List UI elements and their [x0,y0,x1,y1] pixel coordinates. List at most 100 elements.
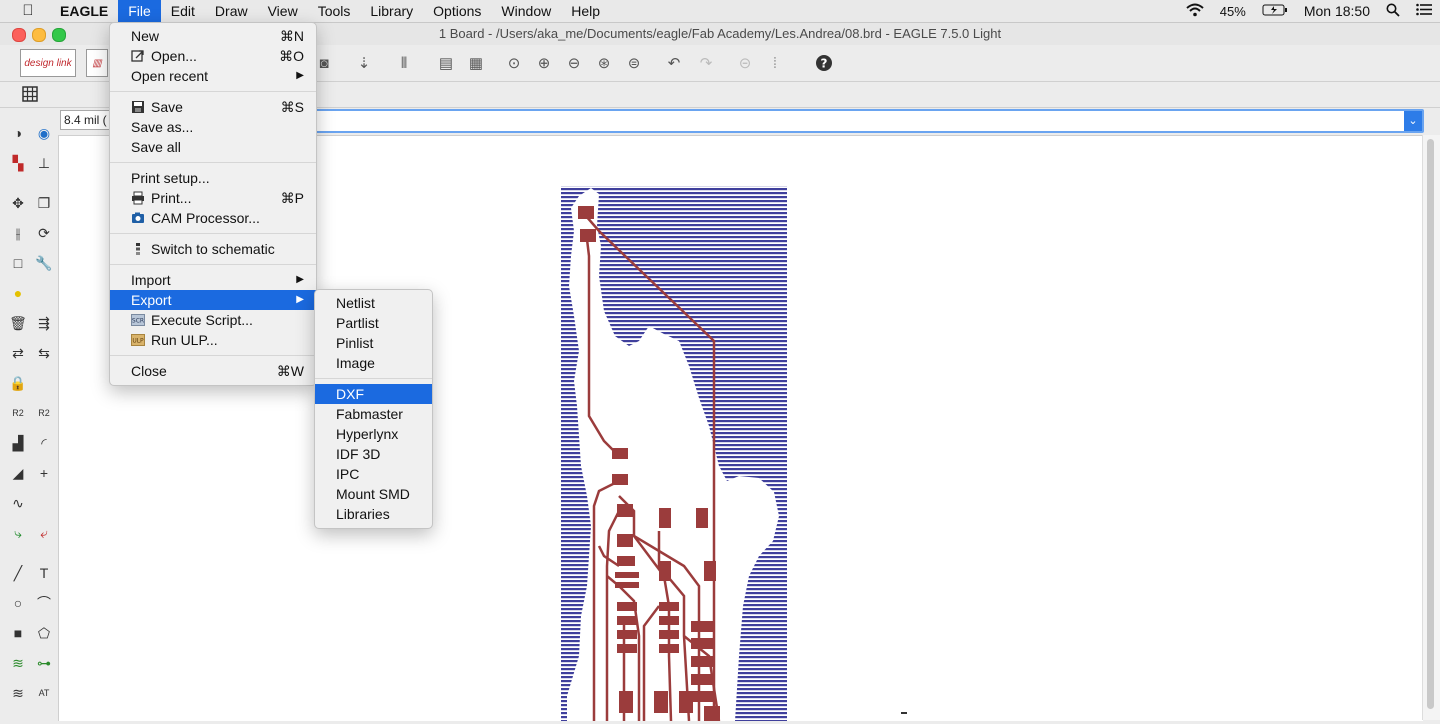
export-idf-3d[interactable]: IDF 3D [315,444,432,464]
menu-options[interactable]: Options [423,0,491,22]
delete-trash-icon[interactable]: 🗑 [8,313,28,333]
text-icon[interactable]: T [34,563,54,583]
menu-item-print-setup[interactable]: Print setup... [110,168,316,188]
menu-item-cam-processor[interactable]: CAM Processor... [110,208,316,228]
switch-schematic-icon[interactable]: ⇣ [352,51,376,75]
via-icon[interactable]: ≋ [8,653,28,673]
name-icon[interactable]: R2 [8,403,28,423]
menu-file[interactable]: File [118,0,161,22]
logo-icon[interactable]: ▥ [86,49,108,77]
menu-item-open[interactable]: Open... ⌘O [110,46,316,66]
pinswap-icon[interactable]: ⇄ [8,343,28,363]
undo-icon[interactable]: ↶ [662,51,686,75]
menu-item-open-recent[interactable]: Open recent ▶ [110,66,316,86]
spotlight-icon[interactable] [1378,3,1408,20]
menu-item-switch-to-schematic[interactable]: Switch to schematic [110,239,316,259]
grid-icon[interactable] [18,82,42,106]
menu-tools[interactable]: Tools [308,0,361,22]
menu-item-run-ulp[interactable]: ULP Run ULP... [110,330,316,350]
export-hyperlynx[interactable]: Hyperlynx [315,424,432,444]
add-part-icon[interactable]: ⇶ [34,313,54,333]
menu-window[interactable]: Window [491,0,561,22]
export-image[interactable]: Image [315,353,432,373]
menu-edit[interactable]: Edit [161,0,205,22]
mirror-icon[interactable]: ⫲ [8,223,28,243]
menu-item-save-all[interactable]: Save all [110,137,316,157]
rect-icon[interactable]: ■ [8,623,28,643]
zoom-redraw-icon[interactable]: ⊛ [592,51,616,75]
arc-icon[interactable]: ⌒ [34,593,54,613]
zoom-window-button[interactable] [52,28,66,42]
menu-item-import[interactable]: Import ▶ [110,270,316,290]
menu-item-new[interactable]: New ⌘N [110,26,316,46]
circle-icon[interactable]: ○ [8,593,28,613]
notification-center-icon[interactable] [1408,3,1440,19]
vertical-scroll-thumb[interactable] [1427,139,1434,709]
move-icon[interactable]: ✥ [8,193,28,213]
meander-icon[interactable]: ∿ [8,493,28,513]
group-icon[interactable]: □ [8,253,28,273]
signal-icon[interactable]: ⊶ [34,653,54,673]
show-eye-icon[interactable]: ◉ [34,123,54,143]
menu-view[interactable]: View [258,0,308,22]
battery-percent[interactable]: 45% [1212,4,1254,19]
export-pinlist[interactable]: Pinlist [315,333,432,353]
lock-icon[interactable]: 🔒 [8,373,28,393]
export-dxf[interactable]: DXF [315,384,432,404]
polygon-icon[interactable]: ⬠ [34,623,54,643]
split-icon[interactable]: ◢ [8,463,28,483]
menu-item-close[interactable]: Close ⌘W [110,361,316,381]
ulp-icon[interactable]: ⦀ [392,51,416,75]
script-icon[interactable]: ▤ [434,51,458,75]
apple-icon[interactable]:  [0,0,50,22]
export-libraries[interactable]: Libraries [315,504,432,524]
design-link-button[interactable]: design link [20,49,76,77]
zoom-select-icon[interactable]: ⊜ [622,51,646,75]
help-icon[interactable]: ? [812,51,836,75]
vertical-scrollbar[interactable] [1422,135,1440,720]
attribute-icon[interactable]: AT [34,683,54,703]
smash-icon[interactable]: ▟ [8,433,28,453]
hole-icon[interactable]: ≋ [8,683,28,703]
menu-library[interactable]: Library [360,0,423,22]
wifi-icon[interactable] [1178,3,1212,20]
zoom-in-icon[interactable]: ⊕ [532,51,556,75]
redo-icon[interactable]: ↷ [694,51,718,75]
ripup-icon[interactable]: ⤶ [34,523,54,543]
replace-icon[interactable]: ⇆ [34,343,54,363]
stop-icon[interactable]: ⊝ [733,51,757,75]
menu-item-print[interactable]: Print... ⌘P [110,188,316,208]
miter-icon[interactable]: ◜ [34,433,54,453]
route-icon[interactable]: ⤷ [8,523,28,543]
close-window-button[interactable] [12,28,26,42]
menu-draw[interactable]: Draw [205,0,258,22]
battery-icon[interactable] [1254,3,1296,19]
mark-icon[interactable]: ⊥ [34,153,54,173]
change-wrench-icon[interactable]: 🔧 [34,253,54,273]
export-mount-smd[interactable]: Mount SMD [315,484,432,504]
menu-item-execute-script[interactable]: SCR Execute Script... [110,310,316,330]
run-ulp-icon[interactable]: ▦ [464,51,488,75]
zoom-out-icon[interactable]: ⊖ [562,51,586,75]
minimize-window-button[interactable] [32,28,46,42]
zoom-fit-icon[interactable]: ⊙ [502,51,526,75]
optimize-icon[interactable]: + [34,463,54,483]
wire-icon[interactable]: ╱ [8,563,28,583]
app-menu[interactable]: EAGLE [50,0,118,22]
value-icon[interactable]: R2 [34,403,54,423]
menu-item-save-as[interactable]: Save as... [110,117,316,137]
menu-item-save[interactable]: Save ⌘S [110,97,316,117]
clock[interactable]: Mon 18:50 [1296,3,1378,19]
menu-item-export[interactable]: Export ▶ [110,290,316,310]
paste-icon[interactable]: ● [8,283,28,303]
go-icon[interactable]: ⁞ [763,51,787,75]
command-history-dropdown[interactable]: ⌄ [1404,111,1422,131]
export-netlist[interactable]: Netlist [315,293,432,313]
export-partlist[interactable]: Partlist [315,313,432,333]
rotate-icon[interactable]: ⟳ [34,223,54,243]
info-icon[interactable]: ◑ [8,123,28,143]
layers-icon[interactable]: ▚ [8,153,28,173]
export-ipc[interactable]: IPC [315,464,432,484]
export-fabmaster[interactable]: Fabmaster [315,404,432,424]
copy-icon[interactable]: ❐ [34,193,54,213]
